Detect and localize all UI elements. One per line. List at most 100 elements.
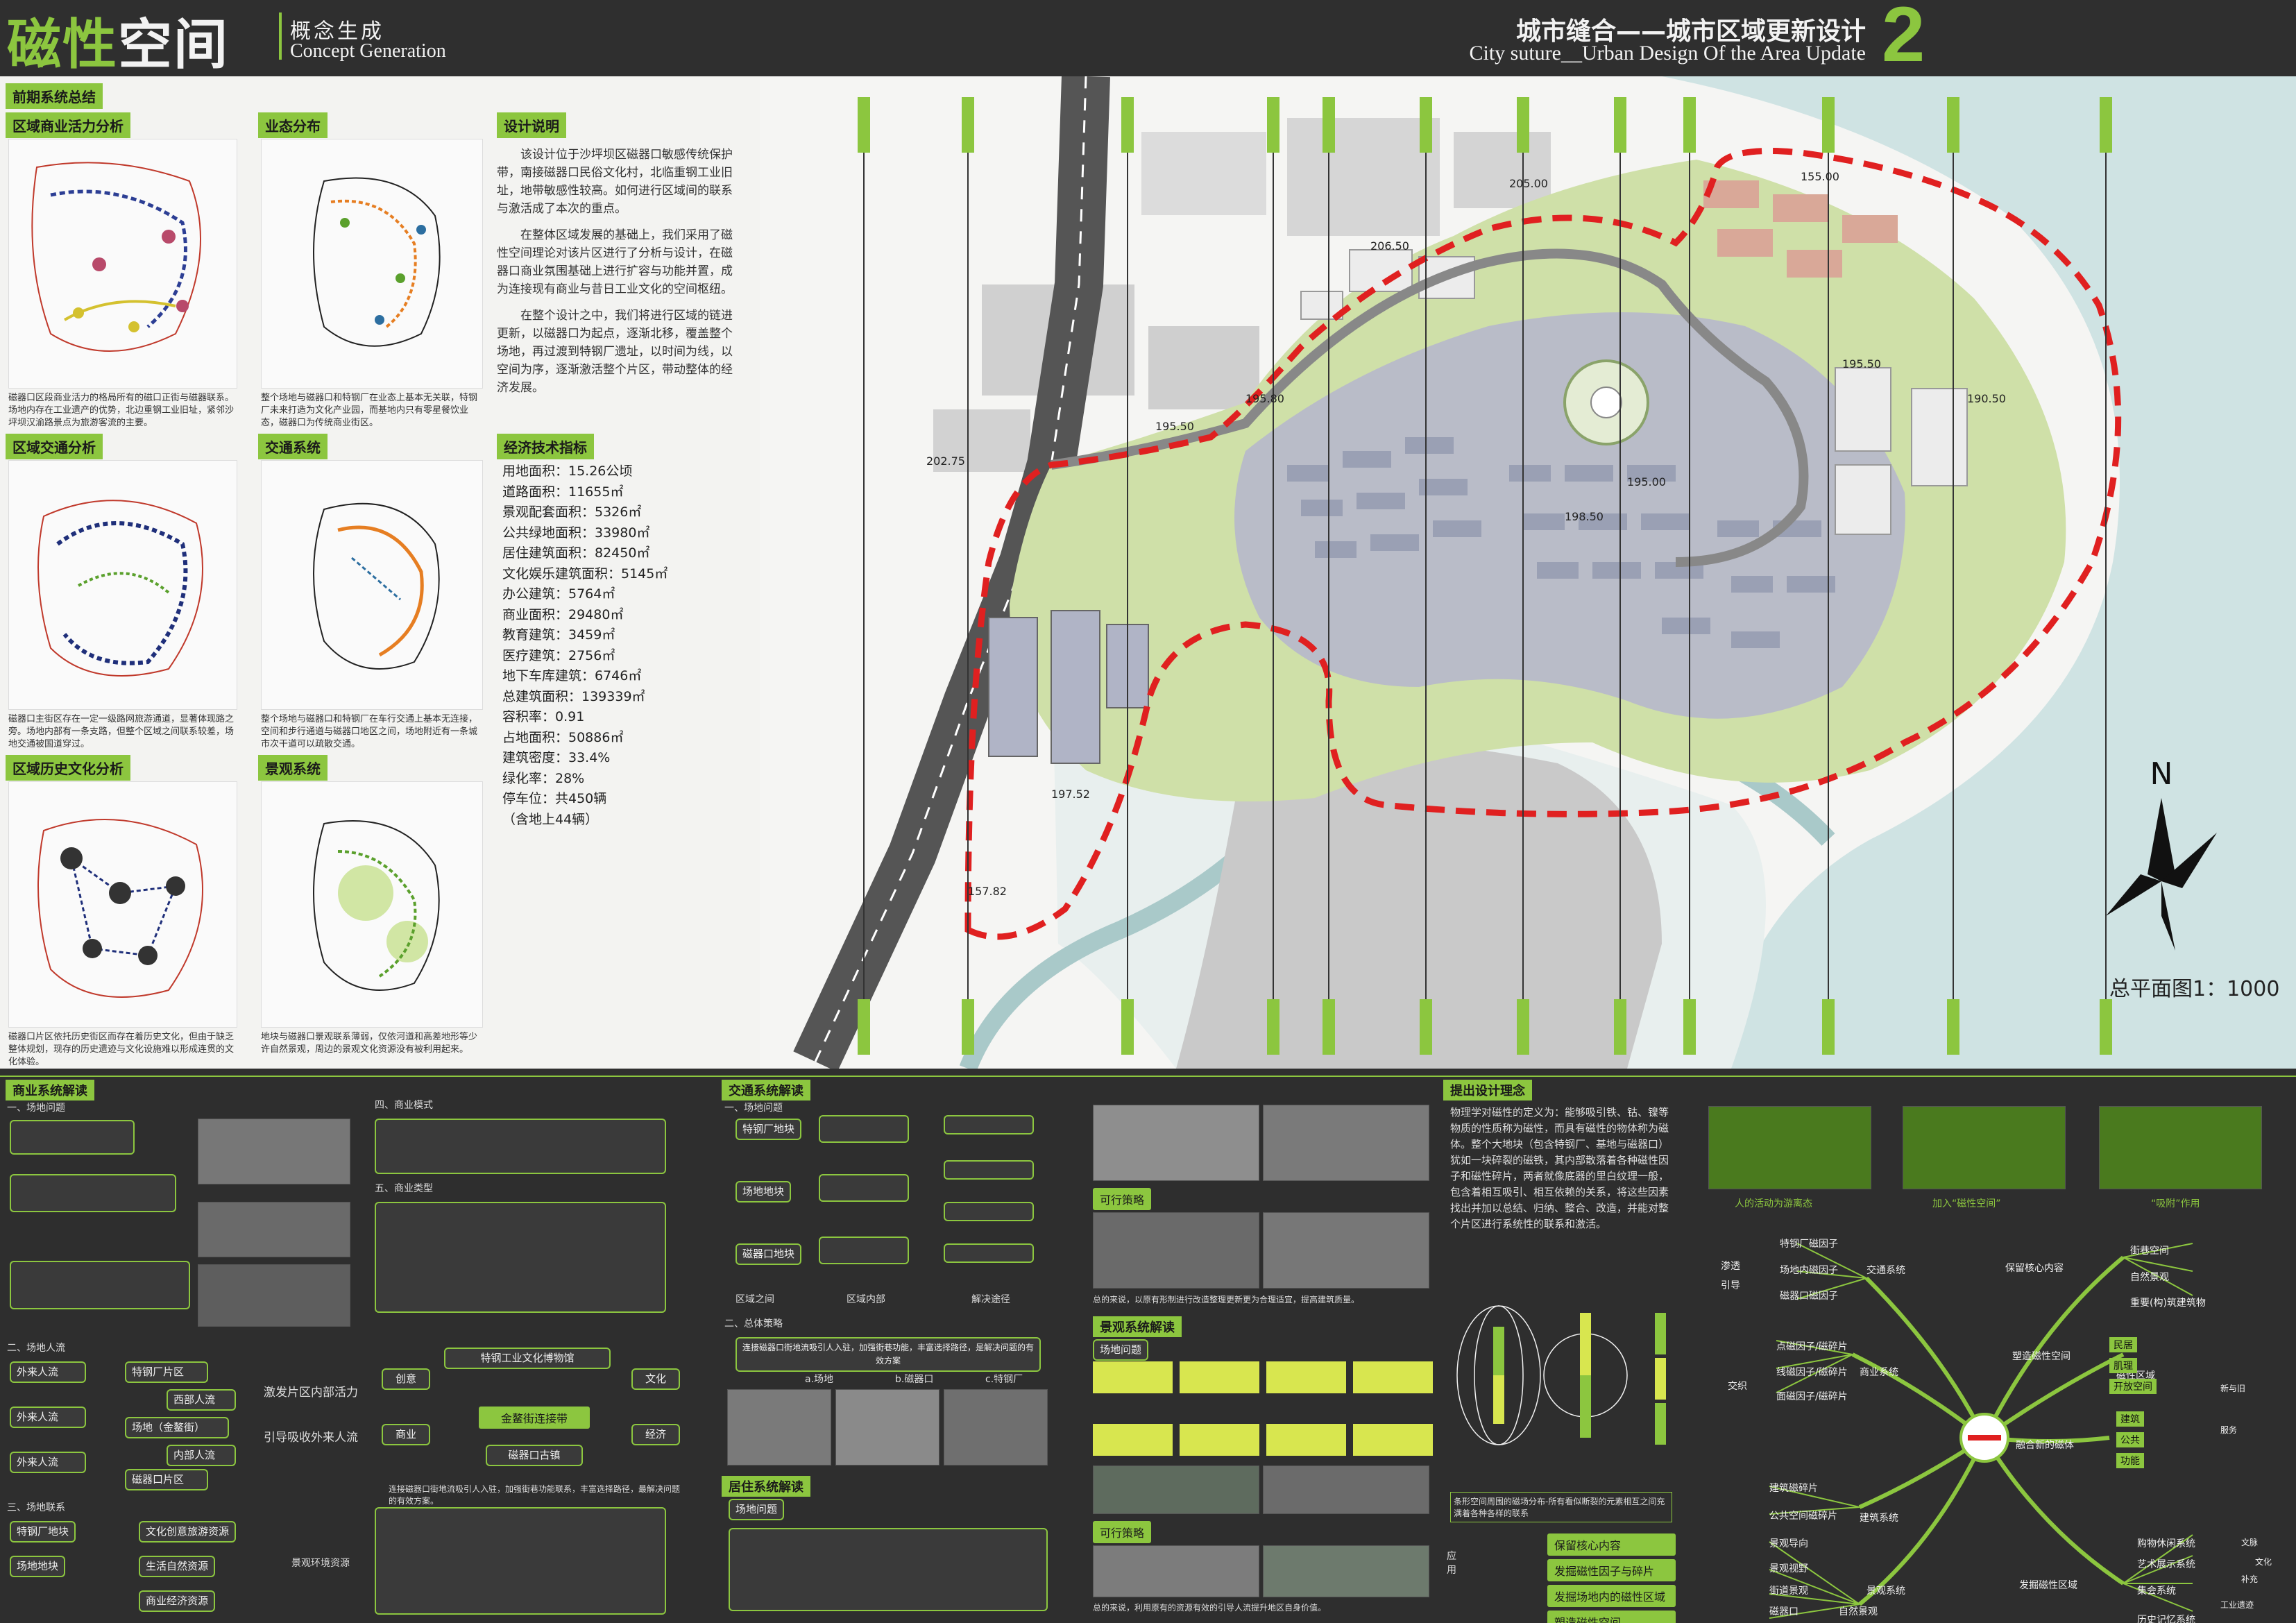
site-photo <box>1093 1105 1259 1181</box>
strategy-label: 可行策略 <box>1093 1521 1152 1543</box>
eco-indicators: 用地面积：15.26公顷 道路面积：11655㎡ 景观配套面积：5326㎡ 公共… <box>502 461 752 830</box>
eco-item: 居住建筑面积：82450㎡ <box>502 545 650 561</box>
eco-item: 容积率：0.91 <box>502 709 585 724</box>
mind-node: 历史记忆系统 <box>2137 1615 2195 1623</box>
mind-node: 塑造磁性空间 <box>2012 1351 2070 1362</box>
traffic-issue <box>819 1174 909 1202</box>
mind-mid: 引导 <box>1721 1280 1740 1291</box>
traffic-title: 交通系统解读 <box>722 1080 810 1101</box>
site-photo <box>1093 1465 1259 1514</box>
site-photo <box>198 1202 350 1257</box>
eco-item: 公共绿地面积：33980㎡ <box>502 525 650 541</box>
section-label: 二、总体策略 <box>724 1318 783 1329</box>
mind-node: 磁器口磁因子 <box>1780 1291 1838 1302</box>
site-photo <box>835 1389 939 1465</box>
eco-item: 商业面积：29480㎡ <box>502 606 624 622</box>
footnote: 连接磁器口街地流吸引人入驻，加强街巷功能联系，丰富选择路径，最解决问题的有效方案… <box>389 1484 681 1506</box>
mind-small: 文脉 <box>2241 1538 2259 1547</box>
tree-node: 生活自然资源 <box>139 1556 216 1577</box>
thumb-caption: 地块与磁器口景观联系薄弱，仅依河道和高差地形等少许自然景观，周边的景观文化资源没… <box>261 1032 478 1055</box>
site-photo <box>1093 1545 1259 1597</box>
landscape-sub: 场地问题 <box>1093 1339 1149 1361</box>
target-box: 场地（金鳌街） <box>125 1417 229 1438</box>
mind-tag: 公共 <box>2116 1432 2144 1447</box>
mind-node: 购物休闲系统 <box>2137 1538 2195 1549</box>
analysis-map <box>8 460 237 710</box>
target-box: 西部人流 <box>167 1389 236 1411</box>
eco-title: 经济技术指标 <box>497 434 594 459</box>
box-right2: 经济 <box>631 1424 680 1445</box>
mind-node: 面磁因子/磁碎片 <box>1776 1391 1848 1402</box>
mind-node: 磁器口 <box>1769 1606 1798 1617</box>
eco-item: 建筑密度：33.4% <box>502 750 611 765</box>
scale-label: 总平面图1：1000 <box>2109 977 2280 1001</box>
eco-item: 文化娱乐建筑面积：5145㎡ <box>502 566 668 581</box>
elevation-label: 202.75 <box>926 454 965 468</box>
mind-tag: 肌理 <box>2109 1358 2137 1373</box>
traffic-strategy <box>944 1243 1034 1263</box>
site-photo <box>1263 1212 1429 1289</box>
residential-sub: 场地问题 <box>729 1499 785 1520</box>
thumb-caption: 整个场地与磁器口和特钢厂在车行交通上基本无连接，空间和步行通道与磁器口地区之间，… <box>261 714 478 749</box>
mind-tag: 功能 <box>2116 1453 2144 1468</box>
strategy-banner: 连接磁器口街地流吸引人入驻，加强街巷功能，丰富选择路径，是解决问题的有效方案 <box>735 1337 1041 1372</box>
site-photo <box>1263 1545 1429 1597</box>
tree-node: 场地地块 <box>10 1556 66 1577</box>
mind-node: 自然景观 <box>1839 1606 1878 1617</box>
photo-caption: 总的来说，利用原有的资源有效的引导人流提升地区自身价值。 <box>1093 1603 1327 1613</box>
analysis-map <box>261 460 483 710</box>
elevation-label: 195.00 <box>1627 475 1666 488</box>
elevation-label: 157.82 <box>968 885 1007 898</box>
concept-diagram <box>1903 1106 2066 1189</box>
concept-text: 物理学对磁性的定义为：能够吸引铁、钴、镍等物质的性质称为磁性，而具有磁性的物体称… <box>1450 1106 1669 1230</box>
traffic-strategy <box>944 1202 1034 1221</box>
landscape-issue <box>1093 1424 1173 1456</box>
site-photo <box>1093 1212 1259 1289</box>
mind-small: 文化 <box>2255 1557 2272 1567</box>
mind-small: 服务 <box>2220 1425 2238 1435</box>
landscape-issue <box>1266 1424 1346 1456</box>
master-plan: N 202.75 195.50 195.80 206.50 205.00 155.00 19… <box>760 76 2296 1069</box>
master-plan-drawing: N 202.75 195.50 195.80 206.50 205.00 155.00 19… <box>793 76 2296 1069</box>
box-center: 金鳌街连接带 <box>479 1407 590 1429</box>
flow-result: 激发片区内部活力 <box>264 1386 358 1400</box>
elevation-label: 190.50 <box>1967 392 2006 405</box>
thumb-caption: 磁器口主街区存在一定一级路网旅游通道，显著体现路之旁。场地内部有一条支路，但整个… <box>8 714 235 749</box>
thumb-caption: 磁器口片区依托历史街区而存在着历史文化，但由于缺乏整体规划，现存的历史遗迹与文化… <box>8 1032 235 1067</box>
concept-diagram <box>1708 1106 1871 1189</box>
traffic-node: 磁器口地块 <box>735 1243 802 1265</box>
section-label: 四、商业模式 <box>375 1100 433 1111</box>
site-photo <box>727 1389 831 1465</box>
header: 磁性空间 概念生成 Concept Generation 城市缝合——城市区域更… <box>0 0 2296 78</box>
type-diagram <box>375 1202 666 1313</box>
relation-diagram <box>375 1507 666 1615</box>
diagram-label: “吸附”作用 <box>2151 1198 2200 1209</box>
mind-node: 艺术展示系统 <box>2137 1559 2195 1570</box>
page-number: 2 <box>1882 0 1925 78</box>
traffic-analysis-diagram <box>37 500 203 677</box>
business-distribution-diagram <box>313 177 441 347</box>
box-bottom: 磁器口古镇 <box>486 1445 583 1466</box>
eco-item: 占地面积：50886㎡ <box>502 729 624 745</box>
mind-mid: 渗透 <box>1721 1261 1740 1272</box>
box-left2: 商业 <box>382 1424 430 1445</box>
magnetic-field-diagram <box>1456 1305 1666 1445</box>
section-header: 前期系统总结 <box>6 83 103 109</box>
mind-node: 保留核心内容 <box>2005 1263 2064 1274</box>
target-box: 内部人流 <box>167 1445 236 1466</box>
env-label: 景观环境资源 <box>291 1558 350 1569</box>
concept-title: 提出设计理念 <box>1443 1080 1532 1101</box>
box-top: 特钢工业文化博物馆 <box>444 1348 611 1369</box>
photo-label: b.磁器口 <box>895 1374 934 1385</box>
thumb-title: 区域商业活力分析 <box>6 112 130 138</box>
traffic-label: 区域之间 <box>735 1294 774 1305</box>
elevation-label: 195.50 <box>1842 357 1881 371</box>
section-label: 三、场地联系 <box>7 1502 65 1513</box>
field-caption: 条形空间周围的磁场分布-所有看似断裂的元素相互之间充满着各种各样的联系 <box>1450 1492 1672 1522</box>
site-photo <box>1263 1465 1429 1514</box>
landscape-title: 景观系统解读 <box>1093 1316 1182 1337</box>
eco-item: （含地上44辆） <box>502 811 599 827</box>
design-paragraph: 在整体区域发展的基础上，我们采用了磁性空间理论对该片区进行了分析与设计，在磁器口… <box>497 228 733 296</box>
title-green: 磁性 <box>7 14 119 76</box>
mind-node: 自然景观 <box>2130 1272 2169 1283</box>
